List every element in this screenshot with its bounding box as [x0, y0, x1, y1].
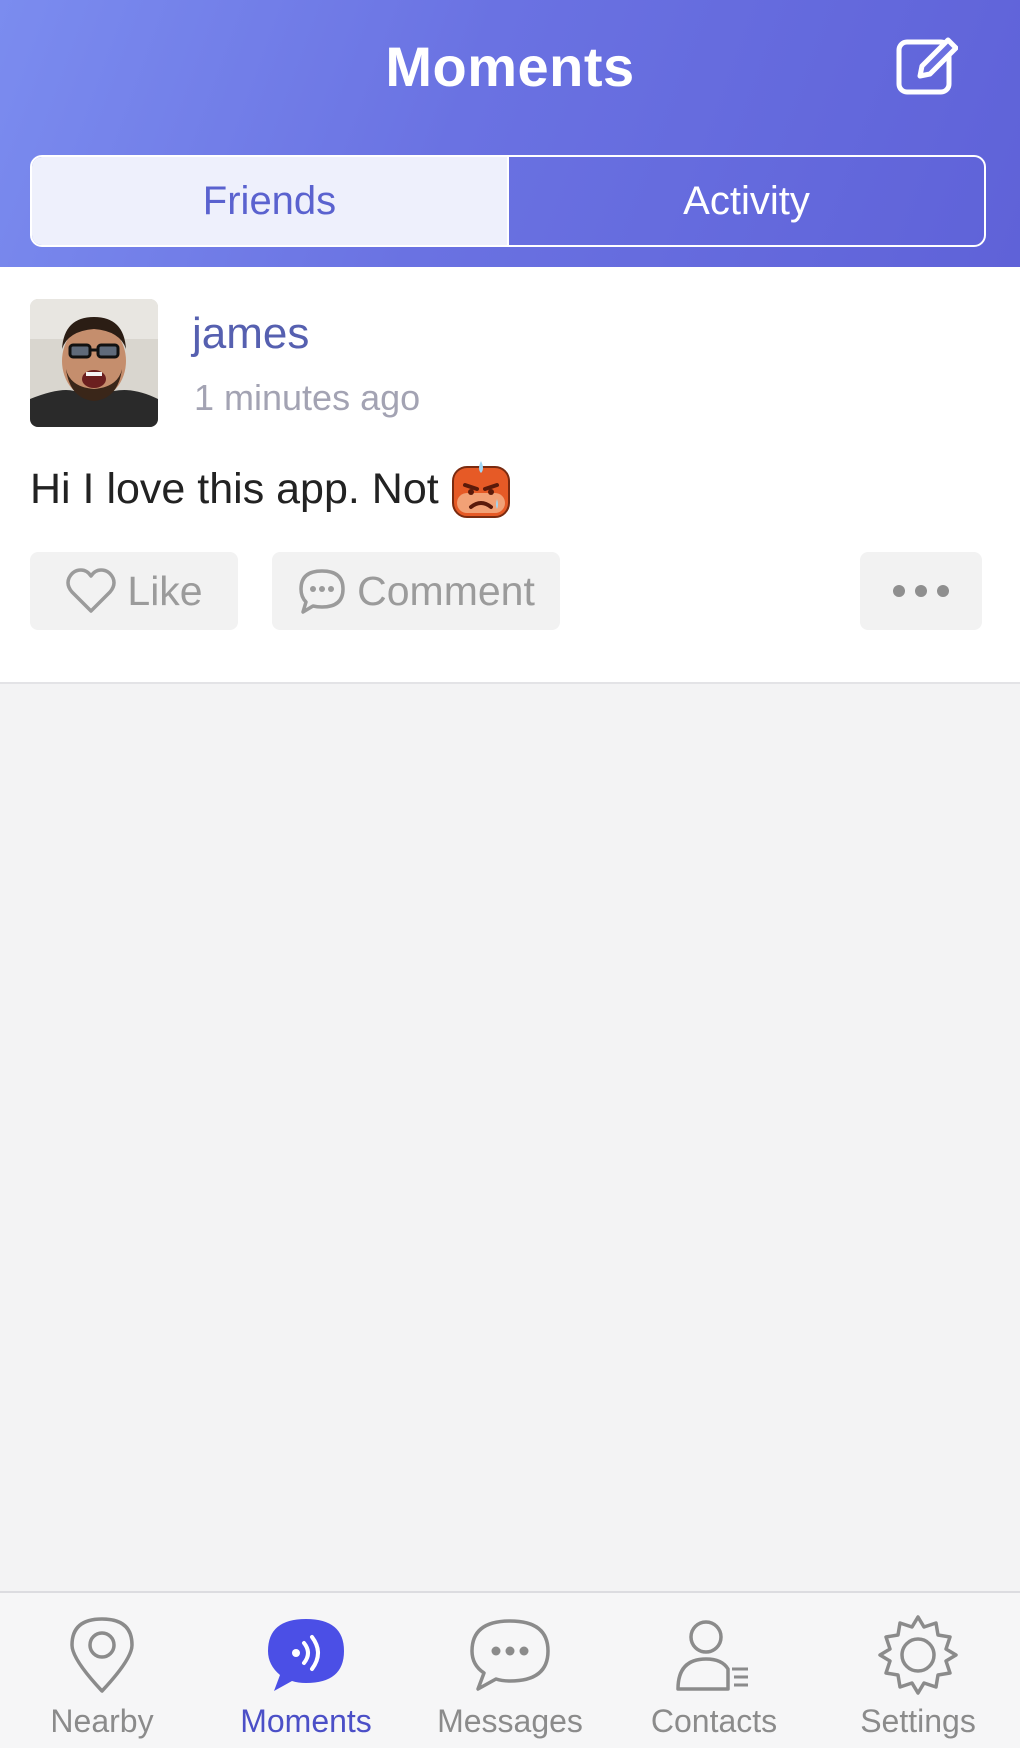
- compose-icon: [896, 37, 958, 95]
- location-pin-icon: [70, 1617, 134, 1693]
- gear-icon: [878, 1615, 958, 1695]
- tab-nearby-label: Nearby: [50, 1703, 154, 1739]
- comment-bubble-icon: [299, 569, 345, 614]
- post-text: Hi I love this app. Not: [30, 459, 511, 519]
- angry-emoji-icon: [451, 461, 510, 518]
- page-title: Moments: [385, 35, 635, 98]
- avatar[interactable]: [30, 299, 158, 427]
- ellipsis-icon: [893, 585, 949, 597]
- tab-moments[interactable]: Moments: [204, 1593, 408, 1748]
- like-label: Like: [127, 567, 203, 614]
- more-options-button[interactable]: [860, 552, 982, 630]
- comment-button[interactable]: Comment: [272, 552, 560, 630]
- tab-nearby[interactable]: Nearby: [0, 1593, 204, 1748]
- tab-contacts[interactable]: Contacts: [612, 1593, 816, 1748]
- tab-settings-label: Settings: [860, 1703, 976, 1739]
- post-username[interactable]: james: [192, 309, 309, 359]
- chat-bubble-icon: [470, 1619, 550, 1691]
- avatar-image: [30, 299, 158, 427]
- tab-friends[interactable]: Friends: [32, 157, 507, 245]
- post-card: james 1 minutes ago Hi I love this app. …: [0, 267, 1020, 684]
- tab-messages-label: Messages: [437, 1703, 583, 1739]
- tab-messages[interactable]: Messages: [408, 1593, 612, 1748]
- comment-label: Comment: [357, 567, 535, 614]
- post-timestamp: 1 minutes ago: [194, 377, 421, 418]
- contacts-person-icon: [676, 1620, 748, 1691]
- tab-settings[interactable]: Settings: [816, 1593, 1020, 1748]
- post-text-content: Hi I love this app. Not: [30, 464, 439, 513]
- tab-contacts-label: Contacts: [650, 1703, 778, 1739]
- header-bar: Moments Friends Activity: [0, 0, 1020, 267]
- bottom-tab-bar: Nearby Moments Messages Contacts Setting…: [0, 1591, 1020, 1748]
- moments-broadcast-icon: [268, 1619, 344, 1691]
- compose-button[interactable]: [890, 30, 962, 102]
- segmented-control: Friends Activity: [30, 155, 986, 247]
- like-button[interactable]: Like: [30, 552, 238, 630]
- tab-moments-label: Moments: [240, 1703, 372, 1739]
- heart-icon: [66, 568, 117, 613]
- tab-activity[interactable]: Activity: [507, 157, 984, 245]
